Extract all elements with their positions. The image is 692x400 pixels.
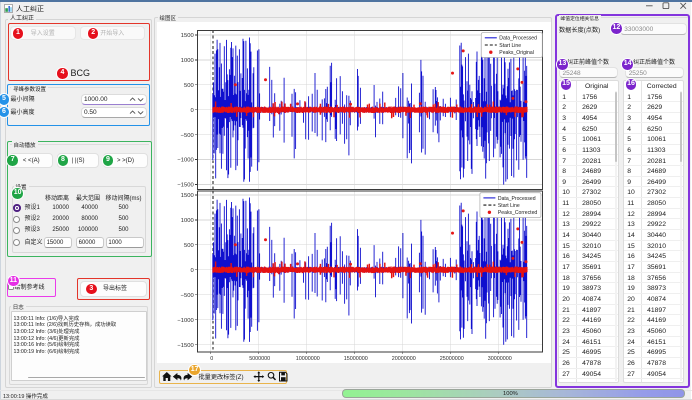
- svg-text:25000000: 25000000: [439, 356, 463, 362]
- svg-text:−1000: −1000: [177, 318, 193, 324]
- svg-text:Start Line: Start Line: [497, 203, 519, 209]
- svg-text:0: 0: [210, 356, 213, 362]
- svg-text:1000: 1000: [180, 218, 193, 224]
- svg-text:−1500: −1500: [177, 343, 193, 349]
- svg-text:500: 500: [184, 83, 194, 89]
- svg-text:5000000: 5000000: [249, 356, 270, 362]
- svg-text:Peaks_Original: Peaks_Original: [499, 50, 534, 56]
- svg-text:30000000: 30000000: [487, 356, 511, 362]
- svg-text:Data_Processed: Data_Processed: [499, 35, 537, 41]
- svg-text:−1500: −1500: [177, 182, 193, 188]
- svg-text:0: 0: [190, 108, 193, 114]
- svg-text:10000000: 10000000: [295, 356, 319, 362]
- svg-text:20000000: 20000000: [391, 356, 415, 362]
- svg-text:1500: 1500: [180, 193, 193, 199]
- svg-text:−500: −500: [180, 133, 193, 139]
- svg-text:1000: 1000: [180, 58, 193, 64]
- svg-text:批量更改标签(Z): 批量更改标签(Z): [199, 373, 244, 381]
- svg-text:Start Line: Start Line: [499, 43, 521, 49]
- svg-text:−500: −500: [180, 293, 193, 299]
- svg-text:−1000: −1000: [177, 157, 193, 163]
- svg-text:0: 0: [190, 268, 193, 274]
- svg-text:Data_Processed: Data_Processed: [497, 196, 535, 202]
- svg-text:1500: 1500: [180, 33, 193, 39]
- svg-text:Peaks_Corrected: Peaks_Corrected: [497, 210, 537, 216]
- svg-text:500: 500: [184, 243, 194, 249]
- svg-text:15000000: 15000000: [343, 356, 367, 362]
